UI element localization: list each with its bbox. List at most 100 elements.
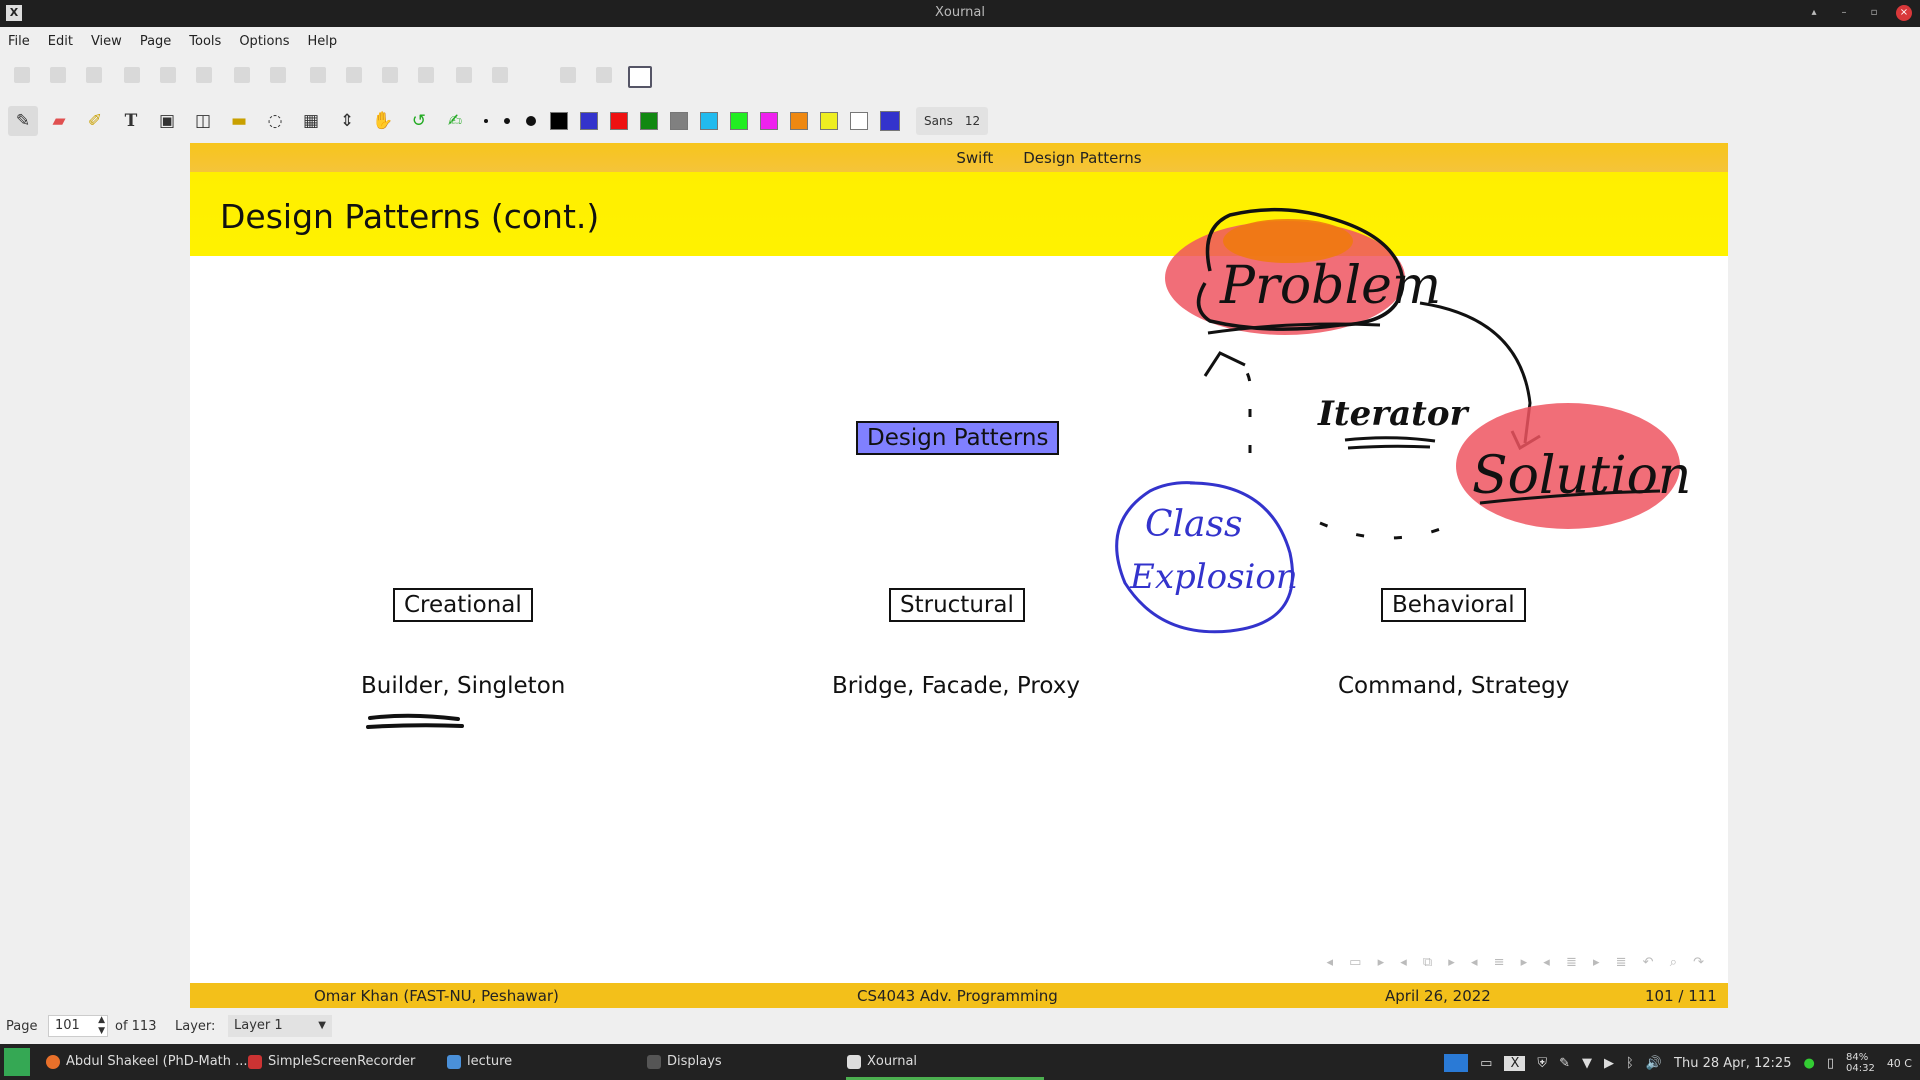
camera-icon[interactable]: ▶ <box>1604 1056 1614 1071</box>
beamer-navigation-icons[interactable]: ◂ ▭ ▸ ◂ ⧉ ▸ ◂ ≡ ▸ ◂ ≣ ▸ ≣ ↶ ⌕ ↷ <box>1327 955 1711 970</box>
menu-options[interactable]: Options <box>239 34 289 49</box>
eraser-icon[interactable]: ▰ <box>44 106 74 136</box>
battery-status[interactable]: 84% 04:32 <box>1846 1052 1875 1074</box>
new-icon[interactable] <box>14 67 30 83</box>
clipboard-icon[interactable]: ✎ <box>1559 1056 1570 1071</box>
volume-icon[interactable]: 🔊 <box>1646 1056 1662 1071</box>
tools-toolbar: ✎ ▰ ✐ T ▣ ◫ ▬ ◌ ▦ ⇕ ✋ ↺ ✍ Sans 12 <box>0 104 1920 138</box>
maximize-button[interactable]: ▫ <box>1866 5 1882 21</box>
problem-text: Problem <box>1219 256 1441 316</box>
color-green-swatch[interactable] <box>640 112 658 130</box>
folder-icon <box>447 1054 461 1069</box>
layer-label: Layer: <box>175 1019 216 1034</box>
page-label: Page <box>6 1019 38 1034</box>
zoom-fit-icon[interactable] <box>560 67 576 83</box>
first-page-icon[interactable] <box>310 67 326 83</box>
task-lecture[interactable]: lecture <box>447 1054 512 1069</box>
redo-icon[interactable] <box>270 67 286 83</box>
color-lightblue-swatch[interactable] <box>700 112 718 130</box>
image-icon[interactable]: ▣ <box>152 106 182 136</box>
start-menu-icon[interactable] <box>4 1048 30 1076</box>
statusbar: Page 101 ▲ ▼ of 113 Layer: Layer 1 ▼ <box>0 1012 1920 1040</box>
thickness-medium-icon[interactable] <box>504 118 510 124</box>
ruler-icon[interactable]: ▬ <box>224 106 254 136</box>
open-icon[interactable] <box>50 67 66 83</box>
color-blue-swatch[interactable] <box>580 112 598 130</box>
menu-file[interactable]: File <box>8 34 30 49</box>
fullscreen-icon[interactable] <box>628 66 652 88</box>
color-white-swatch[interactable] <box>850 112 868 130</box>
taskbar: Abdul Shakeel (PhD-Math ... SimpleScreen… <box>0 1044 1920 1080</box>
window-title: Xournal <box>934 5 986 20</box>
iterator-underline-stroke <box>1344 436 1436 450</box>
menu-help[interactable]: Help <box>308 34 338 49</box>
highlighter-icon[interactable]: ✐ <box>80 106 110 136</box>
color-red-swatch[interactable] <box>610 112 628 130</box>
prev-page-icon[interactable] <box>346 67 362 83</box>
paste-icon[interactable] <box>196 67 212 83</box>
font-size: 12 <box>964 114 981 128</box>
bluetooth-icon[interactable]: ᛒ <box>1626 1056 1634 1071</box>
color-lightgreen-swatch[interactable] <box>730 112 748 130</box>
save-icon[interactable] <box>86 67 102 83</box>
xournal-icon <box>847 1054 861 1069</box>
menu-edit[interactable]: Edit <box>48 34 73 49</box>
cut-icon[interactable] <box>124 67 140 83</box>
color-black-swatch[interactable] <box>550 112 568 130</box>
default-pen-icon[interactable]: ↺ <box>404 106 434 136</box>
network-icon[interactable]: ▼ <box>1582 1056 1592 1071</box>
vertical-space-icon[interactable]: ⇕ <box>332 106 362 136</box>
solution-text: Solution <box>1472 446 1691 506</box>
update-icon[interactable]: ● <box>1803 1056 1814 1071</box>
layer-value: Layer 1 <box>234 1018 283 1033</box>
color-orange-swatch[interactable] <box>790 112 808 130</box>
zoom-100-icon[interactable] <box>596 67 612 83</box>
menu-tools[interactable]: Tools <box>189 34 221 49</box>
layer-select[interactable]: Layer 1 ▼ <box>228 1015 332 1037</box>
xournal-tray-icon[interactable]: X <box>1504 1055 1526 1071</box>
task-displays[interactable]: Displays <box>647 1054 722 1069</box>
zoom-out-icon[interactable] <box>456 67 472 83</box>
menu-page[interactable]: Page <box>140 34 171 49</box>
color-magenta-swatch[interactable] <box>760 112 778 130</box>
font-name: Sans <box>924 114 953 128</box>
clock[interactable]: Thu 28 Apr, 12:25 <box>1674 1056 1791 1071</box>
color-gray-swatch[interactable] <box>670 112 688 130</box>
pen-icon[interactable]: ✎ <box>8 106 38 136</box>
battery-icon[interactable]: ▯ <box>1827 1056 1834 1071</box>
thickness-thick-icon[interactable] <box>526 116 536 126</box>
minimize-button[interactable]: – <box>1836 5 1852 21</box>
slide-page[interactable]: Swift Design Patterns Design Patterns (c… <box>190 143 1728 1008</box>
lasso-select-icon[interactable]: ◌ <box>260 106 290 136</box>
pen-settings-icon[interactable]: ✍ <box>440 106 470 136</box>
iterator-text: Iterator <box>1317 394 1470 434</box>
hand-icon[interactable]: ✋ <box>368 106 398 136</box>
last-page-icon[interactable] <box>418 67 434 83</box>
copy-icon[interactable] <box>160 67 176 83</box>
thickness-fine-icon[interactable] <box>484 119 488 123</box>
security-icon[interactable]: ⛨ <box>1537 1056 1547 1071</box>
workspace-icon[interactable] <box>1444 1054 1469 1072</box>
next-page-icon[interactable] <box>382 67 398 83</box>
zoom-in-icon[interactable] <box>492 67 508 83</box>
task-browser[interactable]: Abdul Shakeel (PhD-Math ... <box>46 1054 248 1069</box>
text-icon[interactable]: T <box>116 106 146 136</box>
main-toolbar <box>0 57 1920 95</box>
task-xournal[interactable]: Xournal <box>847 1054 917 1069</box>
shape-recognizer-icon[interactable]: ◫ <box>188 106 218 136</box>
font-button[interactable]: Sans 12 <box>916 107 989 135</box>
color-yellow-swatch[interactable] <box>820 112 838 130</box>
undo-icon[interactable] <box>234 67 250 83</box>
explosion-text: Explosion <box>1129 557 1298 597</box>
close-button[interactable]: × <box>1896 5 1912 21</box>
chevron-down-icon: ▼ <box>318 1020 326 1031</box>
current-color-swatch[interactable] <box>880 111 900 131</box>
task-recorder[interactable]: SimpleScreenRecorder <box>248 1054 415 1069</box>
rect-select-icon[interactable]: ▦ <box>296 106 326 136</box>
page-number-input[interactable]: 101 ▲ ▼ <box>48 1015 108 1037</box>
page-spin-icon[interactable]: ▲ ▼ <box>98 1015 105 1037</box>
keep-above-icon[interactable]: ▴ <box>1806 5 1822 21</box>
keyboard-icon[interactable]: ▭ <box>1480 1056 1492 1071</box>
slide-footer: Omar Khan (FAST-NU, Peshawar) CS4043 Adv… <box>190 983 1728 1008</box>
menu-view[interactable]: View <box>91 34 122 49</box>
